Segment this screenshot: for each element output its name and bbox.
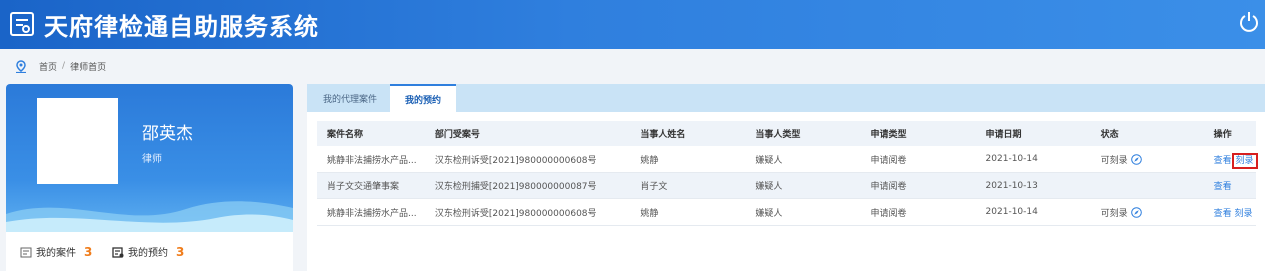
my-cases-label: 我的案件 (36, 248, 76, 259)
party-name-cell: 肖子文 (630, 172, 746, 199)
column-header: 状态 (1090, 121, 1204, 146)
dept-case-no-cell: 汉东检刑诉受[2021]980000000608号 (424, 198, 631, 226)
breadcrumb-current: 律师首页 (70, 62, 107, 73)
tab-my-appointments[interactable]: 我的预约 (390, 84, 456, 112)
avatar (37, 98, 118, 184)
dept-case-no-cell: 汉东检刑捕受[2021]980000000087号 (424, 172, 631, 199)
app-title: 天府律检通自助服务系统 (44, 13, 319, 41)
apply-date-cell: 2021-10-14 (975, 146, 1091, 173)
column-header: 部门受案号 (424, 121, 631, 146)
my-appointments-label: 我的预约 (128, 248, 168, 259)
breadcrumb-separator: / (62, 61, 66, 71)
compass-icon[interactable] (1130, 153, 1142, 165)
calendar-list-icon (112, 246, 124, 258)
actions-cell: 查看 刻录 (1203, 146, 1258, 173)
column-header: 案件名称 (317, 121, 425, 146)
column-header: 申请日期 (975, 121, 1091, 146)
view-link[interactable]: 查看 (1214, 209, 1232, 219)
compass-icon[interactable] (1130, 206, 1142, 218)
main-panel: 我的代理案件 我的预约 案件名称 部门受案号 当事人姓名 当事人类型 申请类型 … (307, 84, 1265, 271)
table-header-row: 案件名称 部门受案号 当事人姓名 当事人类型 申请类型 申请日期 状态 操作 (317, 121, 1256, 146)
actions-cell: 查看 刻录 (1203, 198, 1256, 226)
actions-cell: 查看 (1203, 172, 1256, 199)
view-link[interactable]: 查看 (1214, 156, 1232, 166)
case-name-cell: 姚静非法捕捞水产品... (317, 146, 425, 173)
column-header: 操作 (1203, 121, 1256, 146)
apply-date-cell: 2021-10-14 (975, 198, 1091, 226)
lawyer-name: 邵英杰 (142, 124, 193, 144)
party-name-cell: 姚静 (630, 198, 746, 226)
apply-type-cell: 申请阅卷 (860, 146, 976, 173)
party-type-cell: 嫌疑人 (745, 198, 861, 226)
party-type-cell: 嫌疑人 (745, 146, 861, 173)
apply-type-cell: 申请阅卷 (860, 198, 976, 226)
document-list-icon (10, 12, 34, 36)
status-text: 可刻录 (1100, 208, 1128, 219)
breadcrumb: 首页 / 律师首页 (0, 55, 400, 77)
folder-icon (20, 247, 32, 257)
my-cases-count: 3 (84, 244, 93, 259)
party-name-cell: 姚静 (630, 146, 746, 173)
my-cases-stat[interactable]: 我的案件 3 (20, 244, 92, 259)
power-icon[interactable] (1239, 11, 1259, 33)
column-header: 申请类型 (860, 121, 976, 146)
apply-date-cell: 2021-10-13 (975, 172, 1091, 199)
table-row: 肖子文交通肇事案 汉东检刑捕受[2021]980000000087号 肖子文 嫌… (317, 172, 1256, 199)
apply-type-cell: 申请阅卷 (860, 172, 976, 199)
my-appointments-count: 3 (176, 244, 185, 259)
location-pin-icon (16, 59, 26, 73)
lawyer-role: 律师 (142, 154, 162, 165)
breadcrumb-home[interactable]: 首页 (39, 60, 57, 73)
status-text: 可刻录 (1100, 155, 1128, 166)
status-cell (1090, 172, 1204, 199)
view-link[interactable]: 查看 (1214, 182, 1232, 192)
column-header: 当事人类型 (745, 121, 861, 146)
lawyer-profile-card: 邵英杰 律师 我的案件 3 我的预约 3 (6, 84, 293, 271)
my-appointments-stat[interactable]: 我的预约 3 (112, 244, 184, 259)
tab-my-agency-cases[interactable]: 我的代理案件 (310, 84, 390, 112)
table-row: 姚静非法捕捞水产品... 汉东检刑诉受[2021]980000000608号 姚… (317, 198, 1256, 226)
column-header: 当事人姓名 (630, 121, 746, 146)
tab-bar: 我的代理案件 我的预约 (307, 84, 1265, 112)
app-header: 天府律检通自助服务系统 (0, 0, 1265, 49)
wave-decoration (6, 201, 293, 234)
profile-stats: 我的案件 3 我的预约 3 (6, 232, 293, 271)
status-cell: 可刻录 (1090, 198, 1204, 226)
case-name-cell: 肖子文交通肇事案 (317, 172, 425, 199)
burn-link[interactable]: 刻录 (1235, 209, 1253, 219)
table-row: 姚静非法捕捞水产品... 汉东检刑诉受[2021]980000000608号 姚… (317, 146, 1258, 173)
appointments-table: 案件名称 部门受案号 当事人姓名 当事人类型 申请类型 申请日期 状态 操作 姚… (317, 121, 1258, 226)
case-name-cell: 姚静非法捕捞水产品... (317, 198, 425, 226)
party-type-cell: 嫌疑人 (745, 172, 861, 199)
burn-link[interactable]: 刻录 (1231, 152, 1258, 169)
status-cell: 可刻录 (1090, 146, 1204, 173)
dept-case-no-cell: 汉东检刑诉受[2021]980000000608号 (424, 146, 631, 173)
